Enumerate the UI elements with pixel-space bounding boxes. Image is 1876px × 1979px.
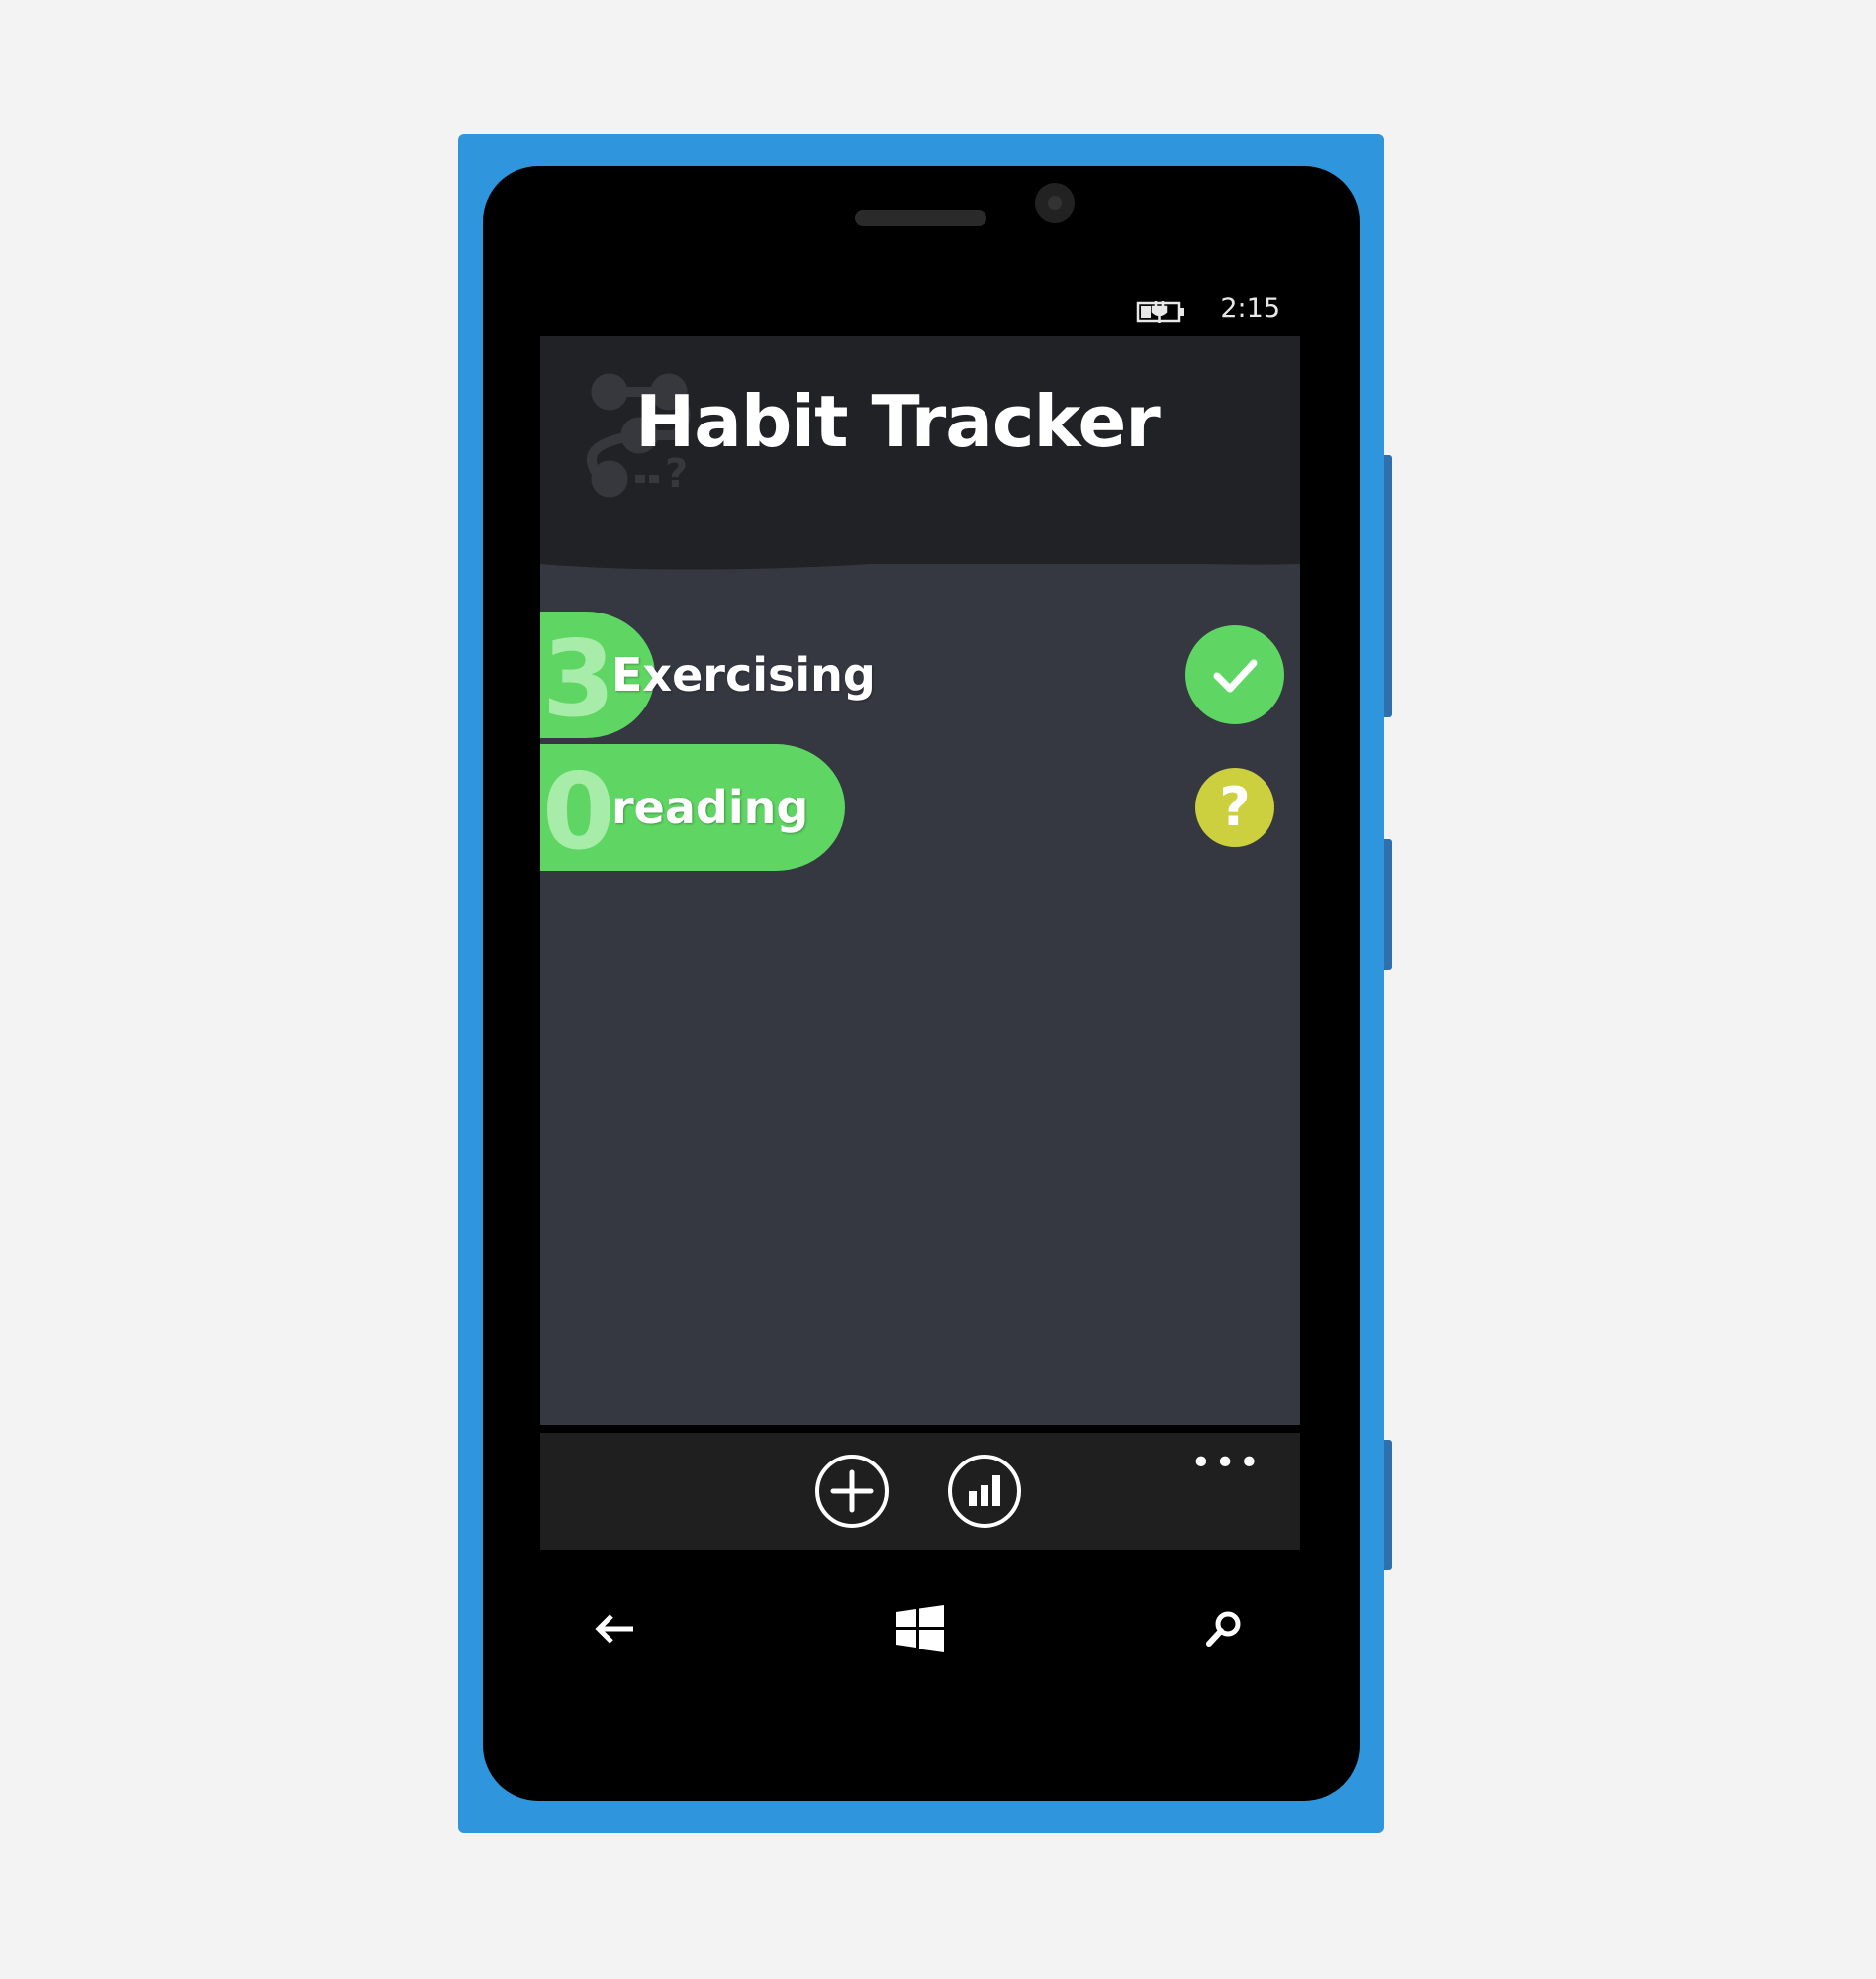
app-header: ? Habit Tracker — [540, 336, 1300, 564]
page-title: Habit Tracker — [635, 380, 1161, 463]
status-bar: 2:15 — [540, 285, 1300, 336]
habit-row-exercising[interactable]: 3 Exercising — [540, 612, 1300, 738]
habit-row-reading[interactable]: 0 reading ? — [540, 744, 1300, 871]
bar-chart-icon — [969, 1475, 1000, 1506]
habit-list-area: 3 Exercising 0 reading ? — [540, 552, 1300, 1425]
status-clock: 2:15 — [1220, 293, 1280, 324]
phone-screen: 2:15 ? Habit Tracker 3 Exercising 0 read… — [540, 285, 1300, 1550]
earpiece-speaker — [855, 210, 986, 226]
windows-logo-icon[interactable] — [896, 1605, 944, 1652]
habit-streak-count: 0 — [542, 751, 615, 871]
battery-charging-icon — [1136, 301, 1184, 323]
side-button-middle — [1384, 839, 1392, 970]
search-icon[interactable] — [1202, 1607, 1246, 1650]
side-button-lower — [1384, 1440, 1392, 1570]
checkmark-icon — [1213, 659, 1258, 693]
side-button-upper — [1384, 455, 1392, 717]
add-habit-button[interactable] — [815, 1455, 889, 1528]
question-mark-icon: ? — [1219, 776, 1251, 838]
statistics-button[interactable] — [948, 1455, 1021, 1528]
more-options-button[interactable]: ••• — [1190, 1443, 1263, 1483]
habit-name: Exercising — [611, 648, 876, 702]
front-camera — [1035, 183, 1075, 223]
back-arrow-icon[interactable] — [594, 1607, 637, 1650]
habit-status-unknown-button[interactable]: ? — [1195, 768, 1274, 847]
habit-status-done-button[interactable] — [1185, 625, 1284, 724]
habit-streak-count: 3 — [542, 618, 615, 738]
app-bar: ••• — [540, 1433, 1300, 1550]
header-wave-divider — [540, 552, 1300, 570]
add-icon — [830, 1469, 874, 1513]
habit-name: reading — [611, 781, 809, 834]
